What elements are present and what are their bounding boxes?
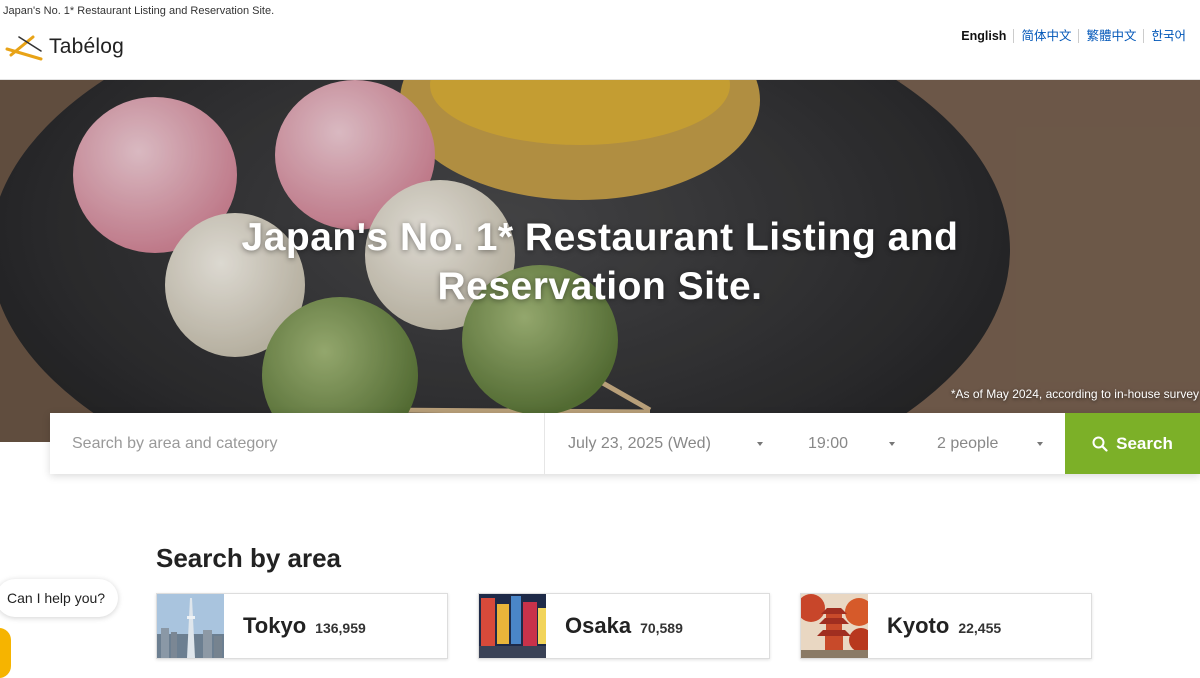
hero-headline-line1: Japan's No. 1* Restaurant Listing and [241, 216, 959, 259]
site-tagline: Japan's No. 1* Restaurant Listing and Re… [3, 5, 275, 17]
search-icon [1092, 436, 1108, 452]
area-category-search-input[interactable] [50, 413, 545, 474]
area-card-list: Tokyo 136,959 Osaka 70,589 Kyoto 22,455 [156, 593, 1092, 659]
time-select-value: 19:00 [808, 434, 849, 452]
search-button[interactable]: Search [1065, 413, 1200, 474]
chevron-down-icon [889, 441, 895, 446]
chopsticks-logo-icon [5, 35, 43, 61]
area-name: Tokyo [243, 613, 307, 638]
restaurant-count: 70,589 [640, 620, 683, 636]
osaka-street-photo [479, 594, 546, 658]
chat-help-bubble[interactable]: Can I help you? [0, 579, 119, 617]
hero-headline: Japan's No. 1* Restaurant Listing and Re… [0, 213, 1200, 311]
date-select-value: July 23, 2025 (Wed) [568, 434, 711, 452]
hero-headline-line2: Reservation Site. [437, 265, 763, 308]
chevron-down-icon [1037, 441, 1043, 446]
restaurant-count: 22,455 [958, 620, 1002, 636]
search-by-area-heading: Search by area [156, 543, 342, 573]
lang-english[interactable]: English [954, 29, 1013, 43]
search-button-label: Search [1116, 433, 1173, 453]
time-select[interactable]: 19:00 [785, 413, 915, 474]
hero-banner: Japan's No. 1* Restaurant Listing and Re… [0, 80, 1200, 442]
lang-traditional-chinese[interactable]: 繁體中文 [1078, 29, 1143, 43]
lang-simplified-chinese[interactable]: 简体中文 [1013, 29, 1078, 43]
chat-help-label: Can I help you? [7, 590, 106, 606]
area-name: Osaka [565, 613, 632, 638]
chevron-down-icon [757, 441, 763, 446]
restaurant-count: 136,959 [315, 620, 366, 636]
area-card-tokyo[interactable]: Tokyo 136,959 [156, 593, 448, 659]
tabelog-logo[interactable]: Tabélog [5, 33, 124, 61]
area-name: Kyoto [887, 613, 950, 638]
area-card-osaka[interactable]: Osaka 70,589 [478, 593, 770, 659]
language-switcher: English 简体中文 繁體中文 한국어 [954, 29, 1193, 43]
hero-footnote: *As of May 2024, according to in-house s… [950, 387, 1199, 401]
kyoto-pagoda-photo [801, 594, 868, 658]
chat-launcher-tab[interactable] [0, 628, 11, 678]
tokyo-skyline-photo [157, 594, 224, 658]
reservation-search-bar: July 23, 2025 (Wed) 19:00 2 people Searc… [50, 413, 1200, 474]
area-card-kyoto[interactable]: Kyoto 22,455 [800, 593, 1092, 659]
party-size-select[interactable]: 2 people [915, 413, 1065, 474]
logo-wordmark: Tabélog [49, 35, 124, 58]
party-size-value: 2 people [937, 434, 999, 452]
date-select[interactable]: July 23, 2025 (Wed) [545, 413, 785, 474]
lang-korean[interactable]: 한국어 [1143, 29, 1193, 43]
